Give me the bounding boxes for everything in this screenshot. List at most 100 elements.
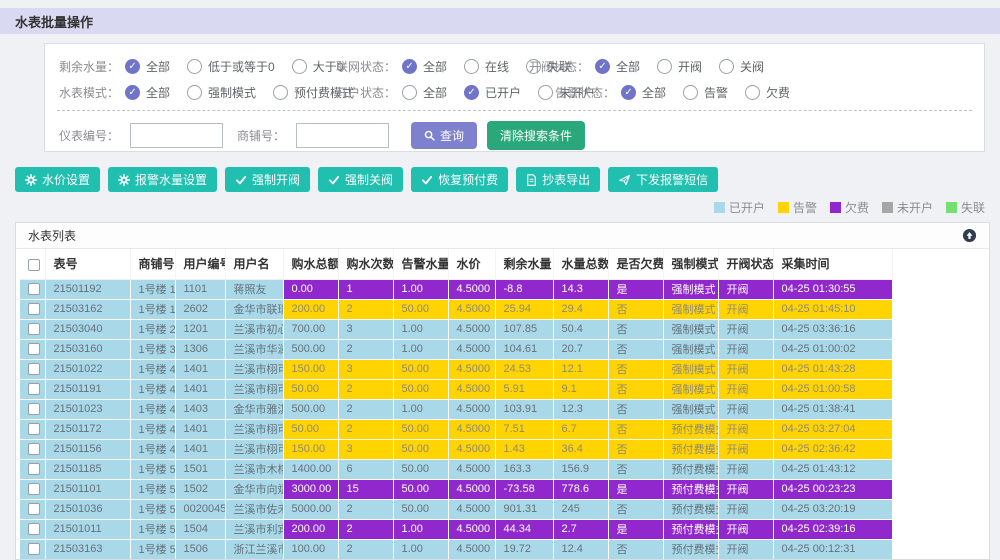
table-cell: 245 [553,499,608,519]
table-row[interactable]: 215011011号楼 5021502金华市向斌工3000.001550.004… [20,479,892,499]
radio-option[interactable]: ✓全部 [125,58,170,75]
row-checkbox-cell [20,499,45,519]
radio-checked-icon[interactable]: ✓ [125,85,140,100]
row-checkbox[interactable] [28,443,40,455]
table-cell: 2 [338,339,393,359]
radio-option[interactable]: 低于或等于0 [187,58,275,75]
column-header: 剩余水量 [495,249,553,279]
table-cell: 12.3 [553,399,608,419]
row-checkbox[interactable] [28,323,40,335]
table-cell: 2.7 [553,519,608,539]
radio-checked-icon[interactable]: ✓ [621,85,636,100]
table-row[interactable]: 215010221号楼 4011401兰溪市栩可轩150.00350.004.5… [20,359,892,379]
table-row[interactable]: 215011561号楼 4061401兰溪市栩可轩150.00350.004.5… [20,439,892,459]
table-cell: 强制模式 [663,399,718,419]
row-checkbox[interactable] [28,463,40,475]
row-checkbox[interactable] [28,403,40,415]
radio-unchecked-icon[interactable] [719,59,734,74]
table-row[interactable]: 215030401号楼 2011201兰溪市初心饮700.0031.004.50… [20,319,892,339]
radio-unchecked-icon[interactable] [402,85,417,100]
table-cell: 金华市联瑞工 [225,299,283,319]
table-cell: 500.00 [283,339,338,359]
radio-option-label: 开阀 [678,58,702,75]
radio-option[interactable]: 在线 [464,58,509,75]
table-row[interactable]: 215011921号楼 1011101蒋照友0.0011.004.5000-8.… [20,279,892,299]
row-checkbox[interactable] [28,303,40,315]
row-checkbox[interactable] [28,483,40,495]
table-cell: 04-25 03:36:16 [773,319,892,339]
shop-id-input[interactable] [296,123,389,148]
radio-checked-icon[interactable]: ✓ [125,59,140,74]
row-checkbox-cell [20,439,45,459]
row-checkbox[interactable] [28,363,40,375]
radio-option[interactable]: 开阀 [657,58,702,75]
row-checkbox[interactable] [28,543,40,555]
radio-unchecked-icon[interactable] [657,59,672,74]
table-row[interactable]: 215011851号楼 5011501兰溪市木榕馨1400.00650.004.… [20,459,892,479]
radio-option[interactable]: ✓全部 [402,58,447,75]
legend-label: 未开户 [897,199,933,216]
table-row[interactable]: 215011911号楼 4021401兰溪市栩可轩50.00250.004.50… [20,379,892,399]
legend-swatch [714,202,725,213]
table-cell: 150.00 [283,359,338,379]
action-button[interactable]: 强制关阀 [318,167,403,192]
radio-option[interactable]: 全部 [402,84,447,101]
table-cell: 20.7 [553,339,608,359]
table-row[interactable]: 215031631号楼 5061506浙江兰溪市浙100.0021.004.50… [20,539,892,559]
table-row[interactable]: 215031601号楼 3061306兰溪市华澜工500.0021.004.50… [20,339,892,359]
radio-unchecked-icon[interactable] [683,85,698,100]
radio-option[interactable]: 欠费 [745,84,790,101]
table-cell: 1101 [175,279,225,299]
table-cell: 1号楼 101 [130,279,175,299]
gear-icon [25,174,37,186]
table-cell: 21501011 [45,519,130,539]
row-checkbox[interactable] [28,283,40,295]
table-row[interactable]: 215010231号楼 4031403金华市雅淇工500.0021.004.50… [20,399,892,419]
action-button[interactable]: 恢复预付费 [411,167,508,192]
radio-option[interactable]: 关阀 [719,58,764,75]
action-button-label: 报警水量设置 [135,171,207,188]
clear-search-button[interactable]: 清除搜索条件 [487,121,585,150]
radio-unchecked-icon[interactable] [187,85,202,100]
table-cell: 50.00 [393,359,448,379]
collapse-panel-icon[interactable] [962,228,977,243]
row-checkbox[interactable] [28,423,40,435]
table-cell: 1201 [175,319,225,339]
radio-option[interactable]: ✓已开户 [464,84,521,101]
select-all-checkbox[interactable] [28,259,40,271]
table-cell: 1号楼 504 [130,519,175,539]
radio-option[interactable]: 告警 [683,84,728,101]
action-button[interactable]: 强制开阀 [225,167,310,192]
radio-checked-icon[interactable]: ✓ [464,85,479,100]
query-button[interactable]: 查询 [411,122,477,149]
row-checkbox[interactable] [28,383,40,395]
table-cell: 2 [338,519,393,539]
row-checkbox[interactable] [28,343,40,355]
radio-option[interactable]: ✓全部 [125,84,170,101]
meter-id-input[interactable] [130,123,223,148]
radio-option[interactable]: 强制模式 [187,84,256,101]
radio-unchecked-icon[interactable] [464,59,479,74]
action-button[interactable]: 抄表导出 [516,167,600,192]
radio-option[interactable]: ✓全部 [621,84,666,101]
table-cell: 14.3 [553,279,608,299]
action-button[interactable]: 下发报警短信 [608,167,718,192]
radio-unchecked-icon[interactable] [292,59,307,74]
table-row[interactable]: 215011721号楼 4051401兰溪市栩可轩50.00250.004.50… [20,419,892,439]
action-button[interactable]: 水价设置 [15,167,100,192]
radio-checked-icon[interactable]: ✓ [402,59,417,74]
radio-unchecked-icon[interactable] [538,85,553,100]
radio-unchecked-icon[interactable] [187,59,202,74]
table-row[interactable]: 215031621号楼 1042602金华市联瑞工200.00250.004.5… [20,299,892,319]
radio-unchecked-icon[interactable] [273,85,288,100]
row-checkbox[interactable] [28,503,40,515]
table-row[interactable]: 215010361号楼 50300200455兰溪市佐禾饮5000.00250.… [20,499,892,519]
table-row[interactable]: 215010111号楼 5041504兰溪市利宾工200.0021.004.50… [20,519,892,539]
action-button[interactable]: 报警水量设置 [108,167,217,192]
radio-checked-icon[interactable]: ✓ [595,59,610,74]
radio-unchecked-icon[interactable] [745,85,760,100]
row-checkbox-cell [20,339,45,359]
radio-option[interactable]: ✓全部 [595,58,640,75]
row-checkbox[interactable] [28,523,40,535]
meter-table-panel: 水表列表 表号商铺号用户编号用户名购水总额购水次数告警水量水价剩余水量水量总数是… [15,222,990,560]
